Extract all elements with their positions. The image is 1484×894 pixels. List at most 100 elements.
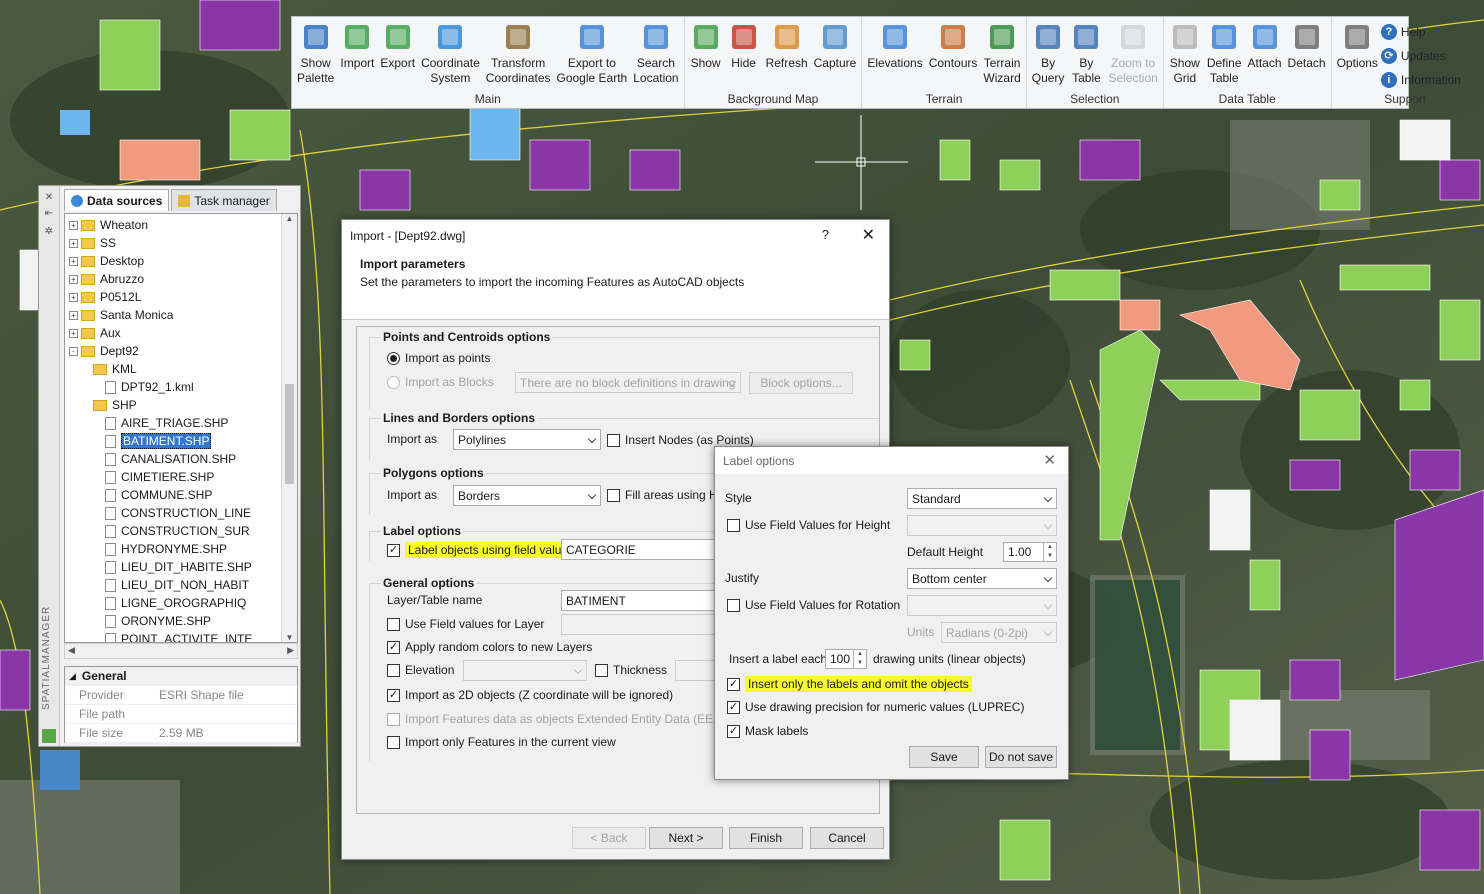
tree-folder-item[interactable]: KML [93, 360, 137, 378]
help-icon[interactable]: ? [822, 227, 829, 242]
zoom-to-selection-button[interactable]: Zoom to Selection [1105, 19, 1160, 91]
finish-button[interactable]: Finish [729, 827, 803, 849]
units-select[interactable]: Radians (0-2pi) [941, 622, 1057, 643]
terrain-wizard-button[interactable]: Terrain Wizard [980, 19, 1023, 91]
expander-icon[interactable]: - [69, 346, 78, 356]
tree-folder-item[interactable]: + Santa Monica [69, 306, 173, 324]
coordinate-system-button[interactable]: Coordinate System [418, 19, 483, 91]
elevations-button[interactable]: Elevations [864, 19, 925, 91]
by-query-button[interactable]: By Query [1029, 19, 1068, 91]
import-eed-checkbox[interactable]: Import Features data as objects Extended… [387, 712, 726, 726]
close-icon[interactable]: ✕ [862, 225, 875, 245]
save-button[interactable]: Save [909, 746, 979, 768]
tab-task-manager[interactable]: Task manager [171, 189, 277, 211]
tree-file-item[interactable]: POINT_ACTIVITE_INTE [105, 630, 252, 642]
omit-objects-checkbox[interactable]: ✓ Insert only the labels and omit the obj… [727, 676, 972, 692]
tree-folder-item[interactable]: + Wheaton [69, 216, 148, 234]
expander-icon[interactable]: + [69, 292, 78, 302]
tree-file-item[interactable]: HYDRONYME.SHP [105, 540, 227, 558]
updates-button[interactable]: ⟳ Updates [1380, 45, 1461, 66]
mask-labels-checkbox[interactable]: ✓ Mask labels [727, 724, 808, 738]
data-sources-tree[interactable]: ▲ ▼ + Wheaton + SS + Desktop + Abruzzo + P0512L + S… [64, 213, 298, 643]
refresh-button[interactable]: Refresh [763, 19, 811, 91]
import-as-blocks-radio[interactable]: Import as Blocks [387, 375, 494, 389]
information-button[interactable]: i Information [1380, 69, 1461, 90]
show-button[interactable]: Show [687, 19, 725, 91]
tree-folder-item[interactable]: + P0512L [69, 288, 141, 306]
capture-button[interactable]: Capture [811, 19, 860, 91]
by-table-button[interactable]: By Table [1067, 19, 1105, 91]
props-section-general[interactable]: ◢ General [65, 667, 297, 686]
tree-file-item[interactable]: CANALISATION.SHP [105, 450, 236, 468]
expander-icon[interactable]: + [69, 220, 78, 230]
expander-icon[interactable]: + [69, 274, 78, 284]
tree-file-item[interactable]: COMMUNE.SHP [105, 486, 212, 504]
define-table-button[interactable]: Define Table [1204, 19, 1245, 91]
attach-button[interactable]: Attach [1245, 19, 1285, 91]
expander-icon[interactable]: + [69, 256, 78, 266]
precision-checkbox[interactable]: ✓ Use drawing precision for numeric value… [727, 700, 1024, 714]
tree-file-item[interactable]: AIRE_TRIAGE.SHP [105, 414, 228, 432]
search-location-button[interactable]: Search Location [630, 19, 681, 91]
current-view-checkbox[interactable]: Import only Features in the current view [387, 735, 616, 749]
import-as-points-radio[interactable]: Import as points [387, 351, 490, 365]
use-field-layer-checkbox[interactable]: Use Field values for Layer [387, 617, 544, 631]
do-not-save-button[interactable]: Do not save [985, 746, 1057, 768]
back-button[interactable]: < Back [572, 827, 646, 849]
expander-icon[interactable]: + [69, 310, 78, 320]
tree-file-item[interactable]: LIGNE_OROGRAPHIQ [105, 594, 246, 612]
show-palette-button[interactable]: Show Palette [294, 19, 337, 91]
fill-areas-checkbox[interactable]: Fill areas using Ha [607, 488, 724, 502]
tree-file-item[interactable]: CIMETIERE.SHP [105, 468, 214, 486]
tab-data-sources[interactable]: Data sources [64, 189, 170, 211]
next-button[interactable]: Next > [649, 827, 723, 849]
thickness-checkbox[interactable]: Thickness [595, 663, 667, 677]
style-select[interactable]: Standard [907, 488, 1057, 509]
help-button[interactable]: ? Help [1380, 21, 1461, 42]
tree-folder-item[interactable]: + Aux [69, 324, 121, 342]
pin-icon[interactable]: ⇤ [43, 208, 55, 220]
tree-folder-item[interactable]: + Desktop [69, 252, 144, 270]
tree-file-item[interactable]: BATIMENT.SHP [105, 432, 212, 450]
lines-import-as-select[interactable]: Polylines [453, 429, 601, 450]
tree-file-item[interactable]: LIEU_DIT_HABITE.SHP [105, 558, 252, 576]
use-rotation-checkbox[interactable]: Use Field Values for Rotation [727, 598, 900, 612]
label-objects-checkbox[interactable]: ✓ Label objects using field value [387, 542, 572, 558]
rotation-field-select[interactable] [907, 595, 1057, 616]
expander-icon[interactable]: + [69, 238, 78, 248]
close-icon[interactable]: ✕ [43, 192, 55, 204]
close-icon[interactable]: ✕ [1043, 451, 1056, 469]
random-colors-checkbox[interactable]: ✓ Apply random colors to new Layers [387, 640, 592, 654]
layer-name-input[interactable]: BATIMENT [561, 590, 731, 611]
tree-file-item[interactable]: LIEU_DIT_NON_HABIT [105, 576, 249, 594]
tree-folder-item[interactable]: + SS [69, 234, 116, 252]
default-height-spinner[interactable]: 1.00 ▲ ▼ [1003, 542, 1057, 562]
expander-icon[interactable]: + [69, 328, 78, 338]
tree-vertical-scrollbar[interactable]: ▲ ▼ [281, 214, 297, 642]
import-2d-checkbox[interactable]: ✓ Import as 2D objects (Z coordinate will… [387, 688, 673, 702]
insert-nodes-checkbox[interactable]: Insert Nodes (as Points) [607, 433, 754, 447]
label-field-select[interactable]: CATEGORIE [561, 539, 731, 560]
export-to-google-earth-button[interactable]: Export to Google Earth [554, 19, 631, 91]
show-grid-button[interactable]: Show Grid [1166, 19, 1204, 91]
height-field-select[interactable] [907, 515, 1057, 536]
tree-horizontal-scrollbar[interactable]: ◀ ▶ [64, 643, 298, 659]
tree-folder-item[interactable]: - Dept92 [69, 342, 139, 360]
justify-select[interactable]: Bottom center [907, 568, 1057, 589]
tree-folder-item[interactable]: SHP [93, 396, 137, 414]
insert-each-spinner[interactable]: 100 ▲ ▼ [825, 649, 867, 669]
contours-button[interactable]: Contours [926, 19, 981, 91]
elevation-checkbox[interactable]: Elevation [387, 663, 454, 677]
polygons-import-as-select[interactable]: Borders [453, 485, 601, 506]
settings-icon[interactable]: ✲ [43, 226, 55, 238]
cancel-button[interactable]: Cancel [810, 827, 884, 849]
transform-coordinates-button[interactable]: Transform Coordinates [483, 19, 554, 91]
use-height-checkbox[interactable]: Use Field Values for Height [727, 518, 890, 532]
hide-button[interactable]: Hide [725, 19, 763, 91]
tree-file-item[interactable]: CONSTRUCTION_LINE [105, 504, 251, 522]
blocks-combo[interactable]: There are no block definitions in drawin… [515, 372, 741, 393]
tree-folder-item[interactable]: + Abruzzo [69, 270, 144, 288]
elevation-select[interactable] [463, 660, 587, 681]
tree-file-item[interactable]: CONSTRUCTION_SUR [105, 522, 250, 540]
field-layer-select[interactable] [561, 614, 731, 635]
